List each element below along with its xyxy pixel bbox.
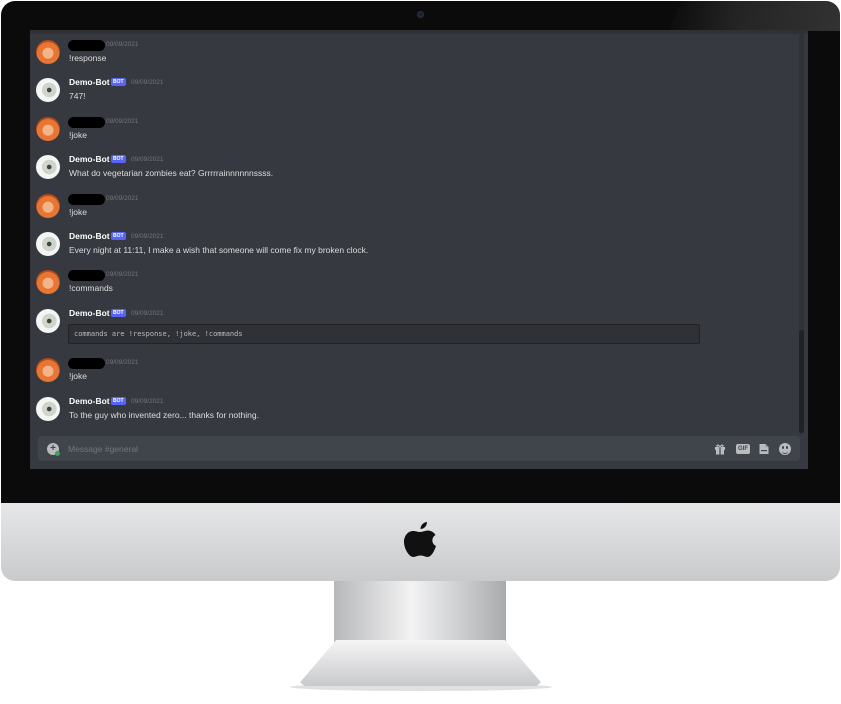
redacted-username: [68, 40, 105, 51]
message-item: Demo-Bot BOT 09/09/2021 Every night at 1…: [30, 222, 790, 260]
bot-avatar[interactable]: [36, 232, 60, 256]
user-avatar[interactable]: [36, 270, 60, 294]
discord-chat-screen: 09/09/2021 !response Demo-Bot BOT 09/09/…: [30, 30, 808, 469]
bot-avatar[interactable]: [36, 155, 60, 179]
scrollbar-thumb[interactable]: [799, 330, 804, 433]
gift-icon[interactable]: [714, 443, 726, 455]
message-text: What do vegetarian zombies eat? Grrrrrai…: [69, 168, 274, 178]
stand-neck: [334, 581, 506, 647]
message-composer: + GIF: [38, 436, 800, 461]
message-timestamp: 09/09/2021: [131, 310, 164, 317]
emoji-mouth: [782, 450, 788, 454]
message-item: 09/09/2021 !joke: [30, 107, 790, 145]
message-text: !joke: [69, 207, 87, 217]
message-timestamp: 09/09/2021: [106, 41, 139, 48]
sticker-icon[interactable]: [758, 443, 770, 455]
user-avatar[interactable]: [36, 194, 60, 218]
message-timestamp: 09/09/2021: [106, 195, 139, 202]
bot-username[interactable]: Demo-Bot: [69, 231, 110, 241]
bot-username[interactable]: Demo-Bot: [69, 308, 110, 318]
message-timestamp: 09/09/2021: [106, 271, 139, 278]
message-timestamp: 09/09/2021: [131, 233, 164, 240]
bot-username[interactable]: Demo-Bot: [69, 154, 110, 164]
gif-icon[interactable]: GIF: [736, 444, 750, 454]
apple-logo-icon: [404, 522, 436, 557]
message-text: !joke: [69, 130, 87, 140]
bot-badge: BOT: [111, 309, 126, 317]
bezel-glare: [668, 1, 840, 31]
message-text: Every night at 11:11, I make a wish that…: [69, 245, 369, 255]
message-item: 09/09/2021 !joke: [30, 348, 790, 386]
code-block: commands are !response, !joke, !commands: [68, 324, 700, 344]
message-text: !joke: [69, 371, 87, 381]
bot-avatar[interactable]: [36, 397, 60, 421]
bot-badge: BOT: [111, 397, 126, 405]
bot-username[interactable]: Demo-Bot: [69, 396, 110, 406]
message-input[interactable]: [68, 441, 668, 456]
message-timestamp: 09/09/2021: [131, 398, 164, 405]
bot-badge: BOT: [111, 232, 126, 240]
status-dot: [55, 451, 60, 456]
message-timestamp: 09/09/2021: [131, 79, 164, 86]
message-item: Demo-Bot BOT 09/09/2021 To the guy who i…: [30, 387, 790, 425]
message-timestamp: 09/09/2021: [106, 118, 139, 125]
bot-badge: BOT: [111, 78, 126, 86]
message-text: !commands: [69, 283, 113, 293]
emoji-icon[interactable]: [779, 443, 791, 455]
message-item: 09/09/2021 !response: [30, 30, 790, 68]
user-avatar[interactable]: [36, 358, 60, 382]
bot-avatar[interactable]: [36, 309, 60, 333]
message-item: 09/09/2021 !commands: [30, 260, 790, 298]
message-text: To the guy who invented zero... thanks f…: [69, 410, 259, 420]
redacted-username: [68, 358, 105, 369]
code-block-text: commands are !response, !joke, !commands: [74, 330, 243, 338]
bot-username[interactable]: Demo-Bot: [69, 77, 110, 87]
message-item: 09/09/2021 !joke: [30, 184, 790, 222]
user-avatar[interactable]: [36, 40, 60, 64]
redacted-username: [68, 194, 105, 205]
stand-foot: [300, 640, 541, 686]
message-text: !response: [69, 53, 107, 63]
message-timestamp: 09/09/2021: [106, 359, 139, 366]
redacted-username: [68, 117, 105, 128]
camera-icon: [417, 11, 424, 18]
redacted-username: [68, 270, 105, 281]
bot-avatar[interactable]: [36, 78, 60, 102]
message-item: Demo-Bot BOT 09/09/2021 What do vegetari…: [30, 145, 790, 183]
message-text: 747!: [69, 91, 86, 101]
user-avatar[interactable]: [36, 117, 60, 141]
bot-badge: BOT: [111, 155, 126, 163]
message-timestamp: 09/09/2021: [131, 156, 164, 163]
message-list[interactable]: 09/09/2021 !response Demo-Bot BOT 09/09/…: [30, 30, 800, 435]
message-item: Demo-Bot BOT 09/09/2021 747!: [30, 68, 790, 106]
